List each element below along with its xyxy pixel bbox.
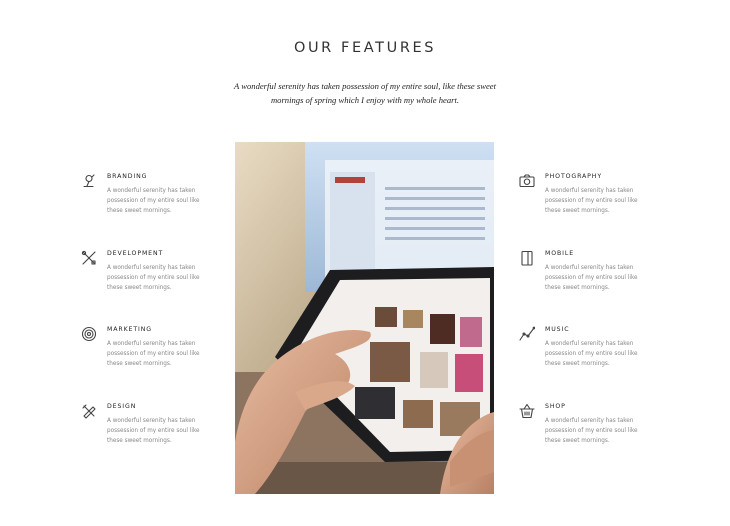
feature-description: A wonderful serenity has taken possession… [107, 265, 200, 291]
feature-name: BRANDING [107, 173, 148, 180]
feature-description: A wonderful serenity has taken possession… [545, 188, 638, 214]
basket-icon [519, 403, 535, 419]
feature-name: MUSIC [545, 326, 570, 333]
mobile-icon [519, 250, 535, 266]
feature-photo [235, 142, 494, 494]
feature-name: PHOTOGRAPHY [545, 173, 603, 180]
subtitle-line-1: A wonderful serenity has taken possessio… [234, 81, 496, 91]
tools-icon [81, 250, 97, 266]
chart-line-icon [519, 326, 535, 342]
feature-description: A wonderful serenity has taken possession… [107, 341, 200, 367]
section-title: OUR FEATURES [293, 40, 437, 56]
section-subtitle: A wonderful serenity has taken possessio… [215, 79, 515, 107]
feature-name: MARKETING [107, 326, 152, 333]
feature-description: A wonderful serenity has taken possession… [545, 418, 638, 444]
feature-name: DESIGN [107, 403, 137, 410]
feature-description: A wonderful serenity has taken possession… [107, 188, 200, 214]
target-icon [81, 326, 97, 342]
branding-icon [81, 173, 97, 189]
subtitle-line-2: mornings of spring which I enjoy with my… [270, 95, 460, 105]
feature-name: SHOP [545, 403, 566, 410]
feature-description: A wonderful serenity has taken possession… [545, 265, 638, 291]
pencil-ruler-icon [81, 403, 97, 419]
feature-description: A wonderful serenity has taken possession… [545, 341, 638, 367]
feature-name: MOBILE [545, 250, 575, 257]
camera-icon [519, 173, 535, 189]
feature-name: DEVELOPMENT [107, 250, 164, 257]
feature-description: A wonderful serenity has taken possession… [107, 418, 200, 444]
